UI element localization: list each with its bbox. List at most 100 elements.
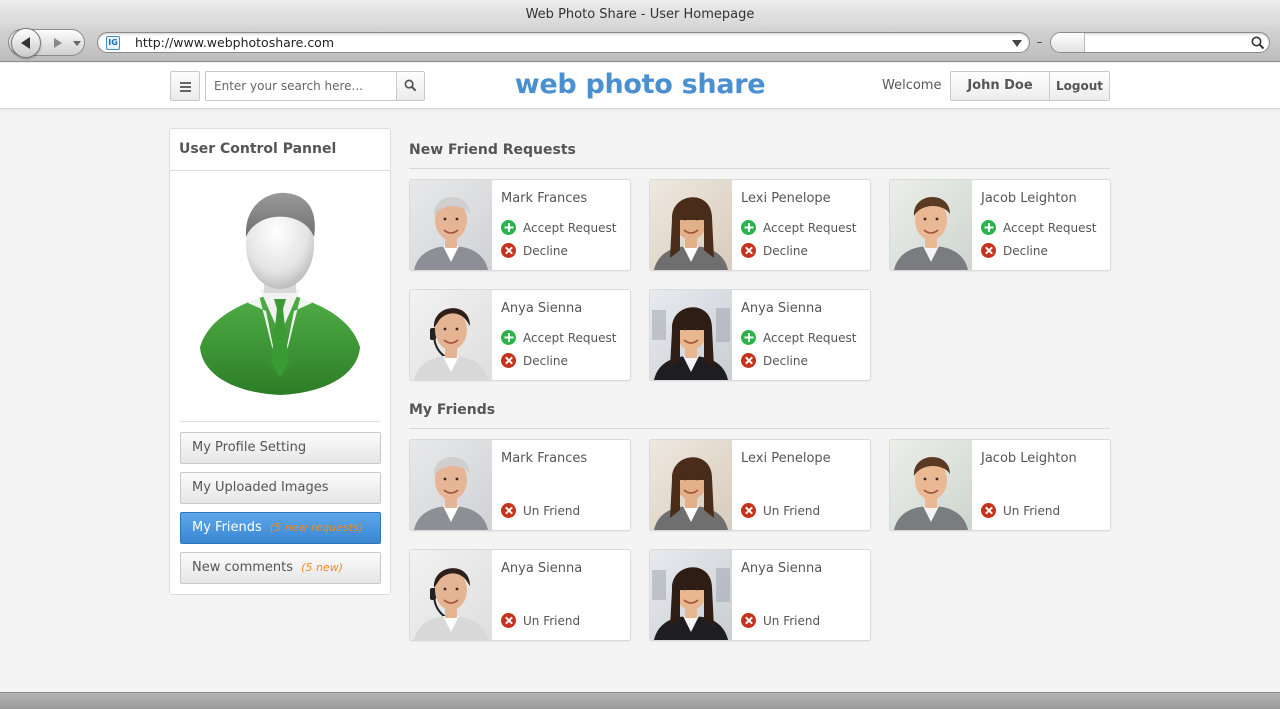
close-icon (981, 503, 996, 518)
decline-button[interactable]: Decline (501, 243, 568, 259)
unfriend-label: Un Friend (1003, 504, 1061, 518)
user-avatar-icon (200, 192, 360, 395)
new-comments-count: (5 new) (301, 561, 343, 574)
my-friends-heading: My Friends (409, 402, 496, 418)
decline-button[interactable]: Decline (741, 243, 808, 259)
close-icon (501, 353, 516, 368)
person-name[interactable]: Anya Sienna (501, 301, 582, 316)
url-dropdown-icon[interactable] (1012, 40, 1022, 47)
new-requests-count: (5 new requests) (269, 521, 364, 534)
url-text[interactable]: http://www.webphotoshare.com (135, 34, 334, 51)
sidebar-item-new-comments[interactable]: New comments (5 new) (180, 552, 381, 584)
young-man-portrait[interactable] (890, 180, 972, 270)
sidebar-item-label: My Uploaded Images (192, 480, 329, 495)
address-bar[interactable]: IG http://www.webphotoshare.com (97, 32, 1030, 53)
headset-woman-portrait[interactable] (410, 550, 492, 640)
office-woman-portrait[interactable] (650, 290, 732, 380)
decline-button[interactable]: Decline (981, 243, 1048, 259)
close-icon (501, 503, 516, 518)
site-header: web photo share Welcome John Doe Logout (0, 63, 1280, 109)
plus-icon (501, 220, 516, 235)
sidebar-item-uploaded-images[interactable]: My Uploaded Images (180, 472, 381, 504)
decline-button[interactable]: Decline (741, 353, 808, 369)
person-name[interactable]: Jacob Leighton (981, 451, 1077, 466)
accept-request-button[interactable]: Accept Request (741, 220, 856, 236)
accept-label: Accept Request (763, 221, 857, 235)
office-woman-portrait[interactable] (650, 550, 732, 640)
accept-request-button[interactable]: Accept Request (741, 330, 856, 346)
person-name[interactable]: Lexi Penelope (741, 191, 831, 206)
friend-request-card: Lexi Penelope Accept Request Decline (649, 179, 871, 271)
friend-card: Anya Sienna Un Friend (649, 549, 871, 641)
headset-woman-portrait[interactable] (410, 290, 492, 380)
unfriend-button[interactable]: Un Friend (741, 503, 820, 519)
unfriend-button[interactable]: Un Friend (981, 503, 1060, 519)
person-name[interactable]: Mark Frances (501, 451, 587, 466)
accept-request-button[interactable]: Accept Request (501, 330, 616, 346)
friend-card: Mark Frances Un Friend (409, 439, 631, 531)
older-man-portrait[interactable] (410, 180, 492, 270)
forward-button[interactable] (54, 38, 62, 48)
close-icon (981, 243, 996, 258)
accept-label: Accept Request (1003, 221, 1097, 235)
menu-icon-line (180, 86, 191, 88)
unfriend-button[interactable]: Un Friend (501, 503, 580, 519)
woman-portrait[interactable] (650, 440, 732, 530)
person-name[interactable]: Anya Sienna (741, 561, 822, 576)
person-name[interactable]: Anya Sienna (501, 561, 582, 576)
friend-card: Lexi Penelope Un Friend (649, 439, 871, 531)
decline-label: Decline (523, 244, 568, 258)
unfriend-label: Un Friend (763, 614, 821, 628)
person-name[interactable]: Jacob Leighton (981, 191, 1077, 206)
sidebar-item-profile-setting[interactable]: My Profile Setting (180, 432, 381, 464)
search-button[interactable] (396, 72, 424, 100)
close-icon (501, 243, 516, 258)
close-icon (741, 243, 756, 258)
plus-icon (981, 220, 996, 235)
accept-request-button[interactable]: Accept Request (981, 220, 1096, 236)
unfriend-label: Un Friend (523, 504, 581, 518)
sidebar-item-my-friends[interactable]: My Friends (5 new requests) (180, 512, 381, 544)
unfriend-button[interactable]: Un Friend (501, 613, 580, 629)
unfriend-label: Un Friend (763, 504, 821, 518)
sidebar-item-label: My Friends (192, 520, 262, 535)
person-name[interactable]: Anya Sienna (741, 301, 822, 316)
woman-portrait[interactable] (650, 180, 732, 270)
decline-button[interactable]: Decline (501, 353, 568, 369)
young-man-portrait[interactable] (890, 440, 972, 530)
unfriend-button[interactable]: Un Friend (741, 613, 820, 629)
logout-button[interactable]: Logout (1049, 71, 1110, 101)
search-engine-selector[interactable] (1051, 33, 1085, 52)
decline-label: Decline (1003, 244, 1048, 258)
friend-request-card: Anya Sienna Accept Request Decline (649, 289, 871, 381)
decline-label: Decline (523, 354, 568, 368)
close-icon (741, 613, 756, 628)
accept-label: Accept Request (763, 331, 857, 345)
person-name[interactable]: Lexi Penelope (741, 451, 831, 466)
friend-request-card: Anya Sienna Accept Request Decline (409, 289, 631, 381)
accept-request-button[interactable]: Accept Request (501, 220, 616, 236)
back-button[interactable] (11, 28, 41, 58)
browser-search-field[interactable] (1050, 32, 1270, 53)
site-favicon-icon: IG (106, 36, 120, 50)
welcome-text: Welcome (882, 78, 942, 93)
close-icon (741, 503, 756, 518)
friend-requests-heading: New Friend Requests (409, 142, 576, 158)
older-man-portrait[interactable] (410, 440, 492, 530)
plus-icon (501, 330, 516, 345)
user-name-button[interactable]: John Doe (950, 71, 1050, 101)
menu-icon (180, 82, 191, 84)
window-status-bar (0, 692, 1280, 709)
divider (180, 421, 380, 422)
close-icon (501, 613, 516, 628)
menu-button[interactable] (170, 71, 200, 101)
friend-card: Anya Sienna Un Friend (409, 549, 631, 641)
friend-request-card: Mark Frances Accept Request Decline (409, 179, 631, 271)
search-icon[interactable] (1251, 36, 1265, 50)
back-arrow-icon (21, 37, 30, 49)
history-dropdown-icon[interactable] (73, 41, 81, 46)
divider (170, 170, 390, 171)
person-name[interactable]: Mark Frances (501, 191, 587, 206)
plus-icon (741, 220, 756, 235)
search-input[interactable] (206, 72, 396, 100)
